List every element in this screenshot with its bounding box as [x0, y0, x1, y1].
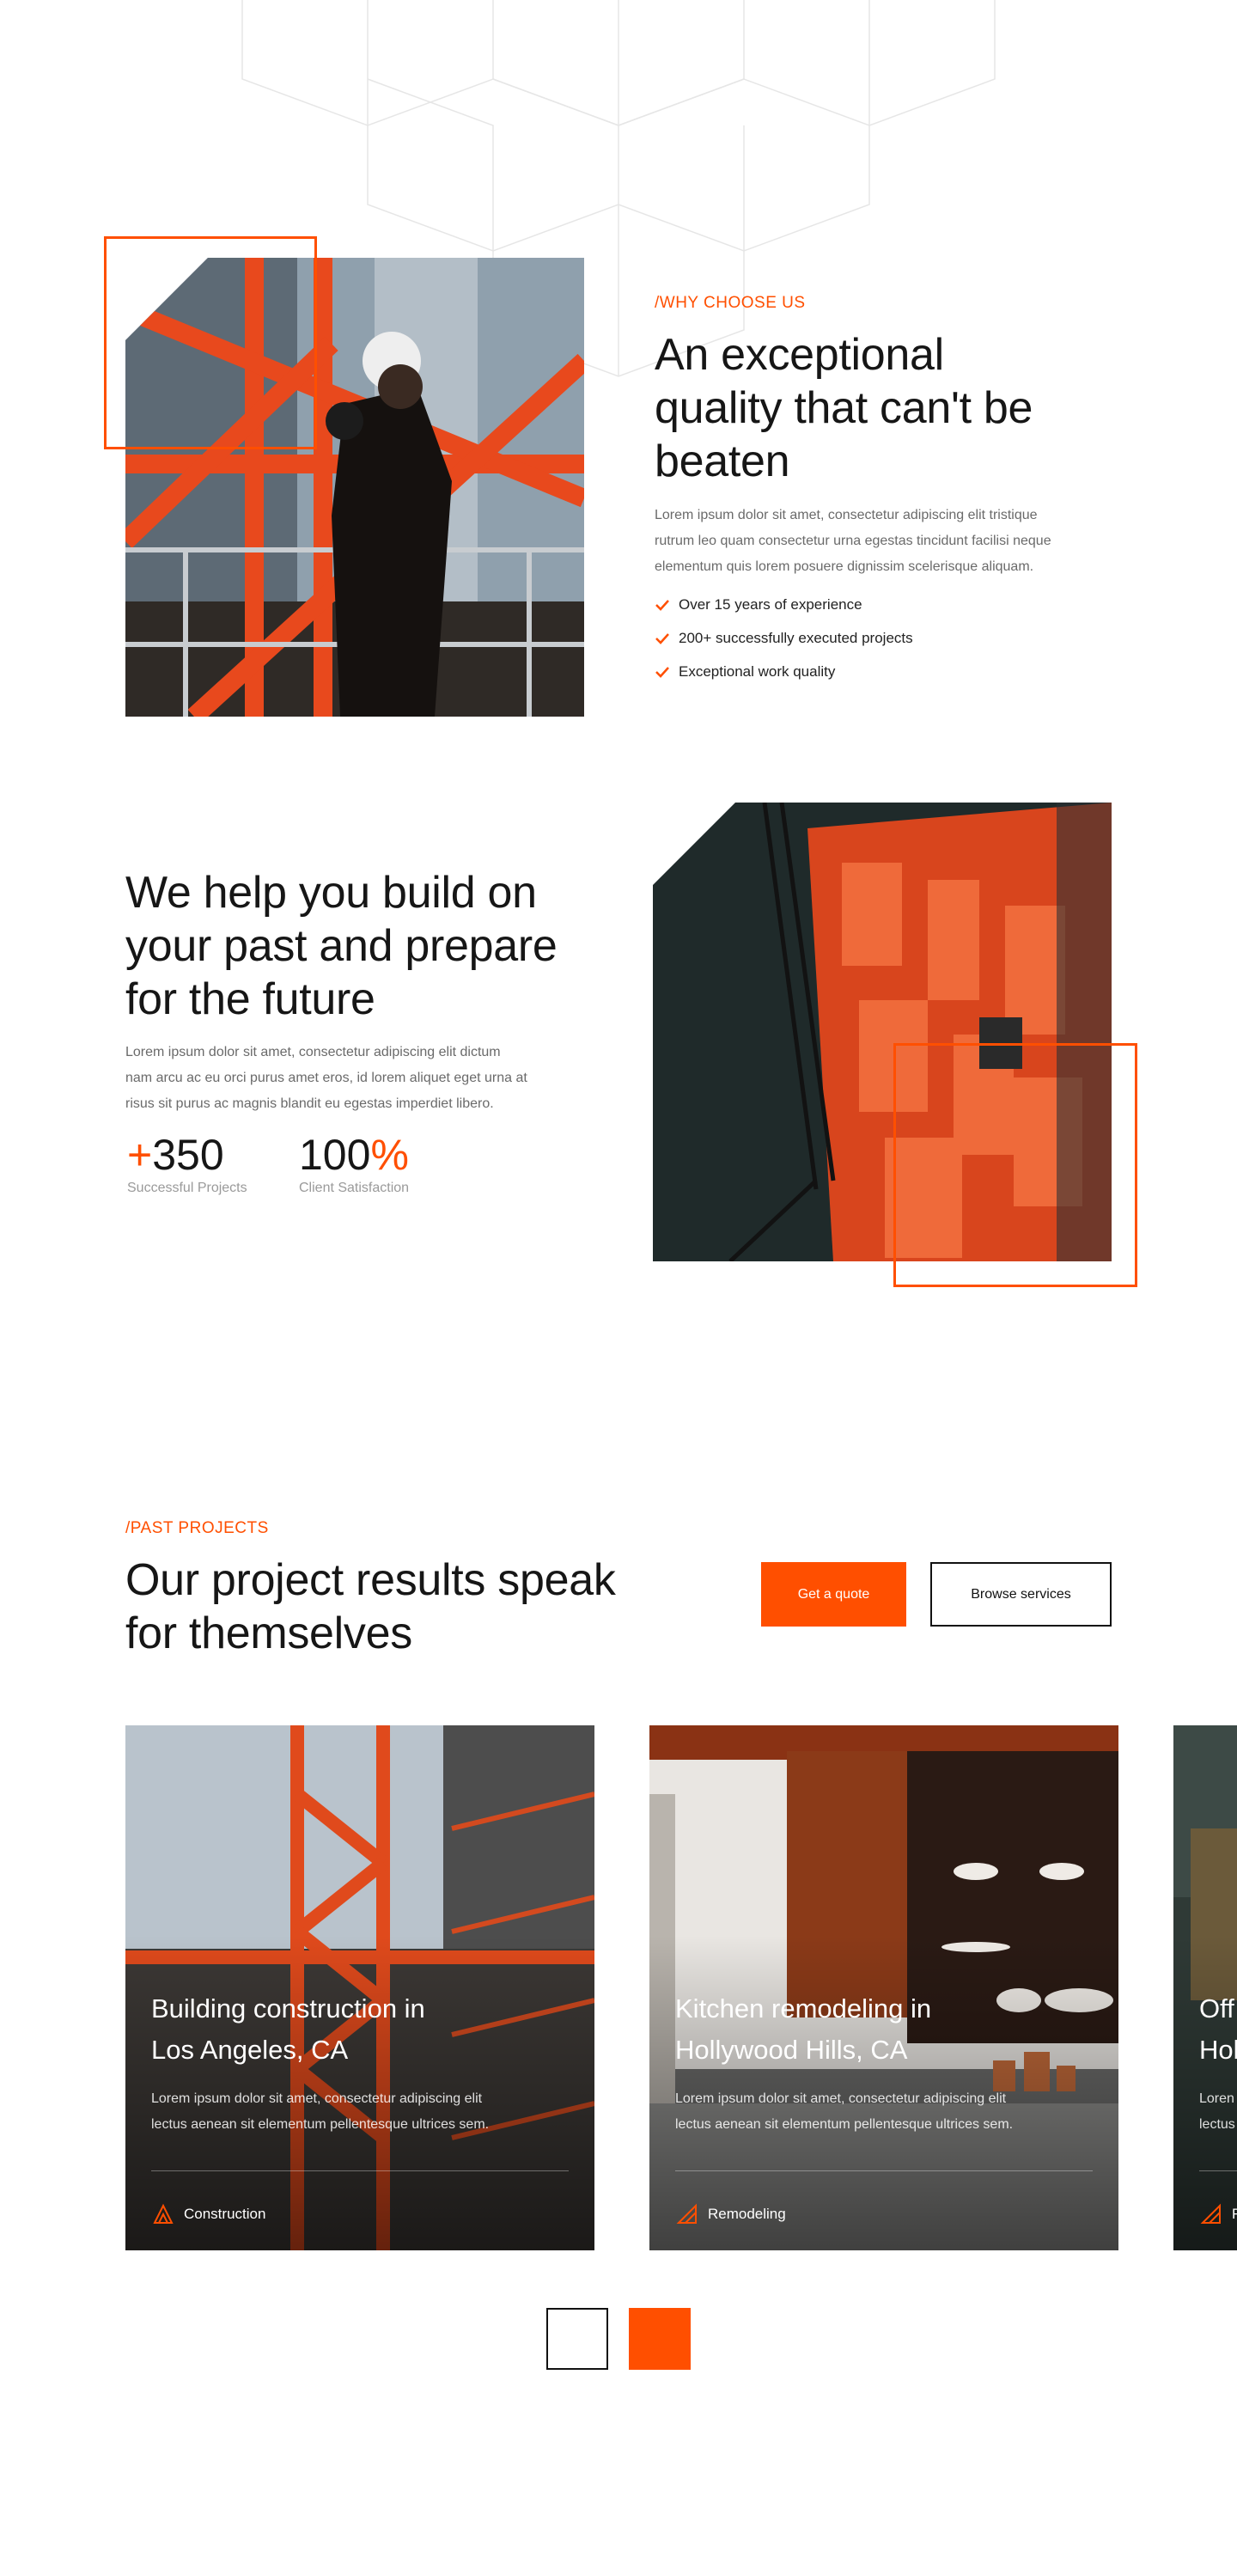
paragraph-line: elementum quis lorem posuere dignissim s… — [655, 559, 1034, 574]
card-category: Construction — [151, 2202, 265, 2226]
card-description: Lorem ipsum dolor sit amet, consectetur … — [675, 2086, 1079, 2138]
card-title-line: Los Angeles, CA — [151, 2035, 349, 2065]
card-divider — [151, 2170, 569, 2171]
card-title-line: Hollywood Hills, CA — [675, 2035, 908, 2065]
checklist-label: Over 15 years of experience — [679, 595, 862, 613]
card-desc-line: lectus — [1199, 2117, 1235, 2132]
stat-client-satisfaction: 100% Client Satisfaction — [299, 1131, 409, 1196]
past-projects-eyebrow: /PAST PROJECTS — [125, 1519, 269, 1537]
check-icon — [655, 666, 669, 678]
card-title-line: Building construction in — [151, 1993, 425, 2024]
card-desc-line: lectus aenean sit elementum pellentesque… — [675, 2117, 1014, 2132]
project-card[interactable]: Building construction in Los Angeles, CA… — [125, 1725, 594, 2250]
paragraph-line: rutrum leo quam consectetur urna egestas… — [655, 534, 1051, 548]
checklist-item: Over 15 years of experience — [655, 588, 913, 621]
checklist-label: Exceptional work quality — [679, 662, 836, 680]
slider-prev-button[interactable] — [546, 2308, 608, 2370]
card-title: Kitchen remodeling in Hollywood Hills, C… — [675, 1988, 1002, 2071]
browse-services-button[interactable]: Browse services — [930, 1562, 1112, 1627]
project-card[interactable]: Off Hol Loren lectus R — [1173, 1725, 1237, 2250]
card-title: Building construction in Los Angeles, CA — [151, 1988, 478, 2071]
card-title-line: Kitchen remodeling in — [675, 1993, 932, 2024]
card-category: Remodeling — [675, 2202, 786, 2226]
check-icon — [655, 632, 669, 644]
card-title: Off Hol — [1199, 1988, 1237, 2071]
card-category-label: Construction — [184, 2206, 266, 2222]
paragraph-line: risus sit purus ac magnis blandit eu ege… — [125, 1096, 494, 1111]
heading-line: beaten — [655, 436, 790, 486]
card-title-line: Off — [1199, 1993, 1234, 2024]
card-desc-line: Lorem ipsum dolor sit amet, consectetur … — [151, 2091, 483, 2106]
heading-line: We help you build on — [125, 868, 537, 918]
checklist-label: 200+ successfully executed projects — [679, 629, 913, 646]
stat-value: +350 — [127, 1131, 247, 1179]
why-choose-us-paragraph: Lorem ipsum dolor sit amet, consectetur … — [655, 503, 1136, 580]
get-a-quote-button[interactable]: Get a quote — [761, 1562, 906, 1627]
card-desc-line: Loren — [1199, 2091, 1234, 2106]
paragraph-line: Lorem ipsum dolor sit amet, consectetur … — [655, 508, 1038, 522]
heading-line: your past and prepare — [125, 921, 558, 971]
project-card[interactable]: Kitchen remodeling in Hollywood Hills, C… — [649, 1725, 1118, 2250]
ruler-triangle-icon — [1200, 2203, 1221, 2224]
stat-label: Client Satisfaction — [299, 1181, 410, 1195]
paragraph-line: nam arcu ac eu orci purus amet eros, id … — [125, 1071, 527, 1085]
checklist-item: Exceptional work quality — [655, 655, 913, 688]
past-projects-heading: Our project results speak for themselves — [125, 1554, 675, 1660]
why-choose-us-eyebrow: /WHY CHOOSE US — [655, 294, 806, 312]
stat-suffix: % — [370, 1131, 409, 1179]
card-category: R — [1199, 2202, 1237, 2226]
stat-label: Successful Projects — [127, 1181, 247, 1195]
heading-line: An exceptional — [655, 330, 944, 380]
construction-icon — [153, 2203, 174, 2224]
paragraph-line: Lorem ipsum dolor sit amet, consectetur … — [125, 1045, 501, 1059]
slider-next-button[interactable] — [629, 2308, 691, 2370]
card-category-label: R — [1232, 2206, 1237, 2223]
why-choose-us-heading: An exceptional quality that can't be bea… — [655, 328, 1101, 488]
card-desc-line: lectus aenean sit elementum pellentesque… — [151, 2117, 490, 2132]
build-heading: We help you build on your past and prepa… — [125, 866, 606, 1026]
heading-line: for the future — [125, 974, 375, 1024]
card-divider — [675, 2170, 1093, 2171]
card-divider — [1199, 2170, 1237, 2171]
card-description: Loren lectus — [1199, 2086, 1237, 2138]
card-description: Lorem ipsum dolor sit amet, consectetur … — [151, 2086, 555, 2138]
check-icon — [655, 599, 669, 611]
stat-number: 350 — [152, 1131, 224, 1179]
stat-successful-projects: +350 Successful Projects — [127, 1131, 247, 1196]
card-title-line: Hol — [1199, 2035, 1237, 2065]
card-category-label: Remodeling — [708, 2206, 786, 2222]
build-paragraph: Lorem ipsum dolor sit amet, consectetur … — [125, 1040, 606, 1117]
heading-line: Our project results speak — [125, 1555, 616, 1605]
decorative-frame — [893, 1043, 1137, 1287]
heading-line: for themselves — [125, 1608, 412, 1658]
ruler-triangle-icon — [676, 2203, 697, 2224]
stat-value: 100% — [299, 1131, 409, 1179]
features-checklist: Over 15 years of experience 200+ success… — [655, 588, 913, 688]
card-desc-line: Lorem ipsum dolor sit amet, consectetur … — [675, 2091, 1007, 2106]
stat-prefix: + — [127, 1131, 153, 1179]
stat-number: 100 — [299, 1131, 371, 1179]
decorative-frame — [104, 236, 317, 449]
checklist-item: 200+ successfully executed projects — [655, 621, 913, 655]
heading-line: quality that can't be — [655, 383, 1033, 433]
